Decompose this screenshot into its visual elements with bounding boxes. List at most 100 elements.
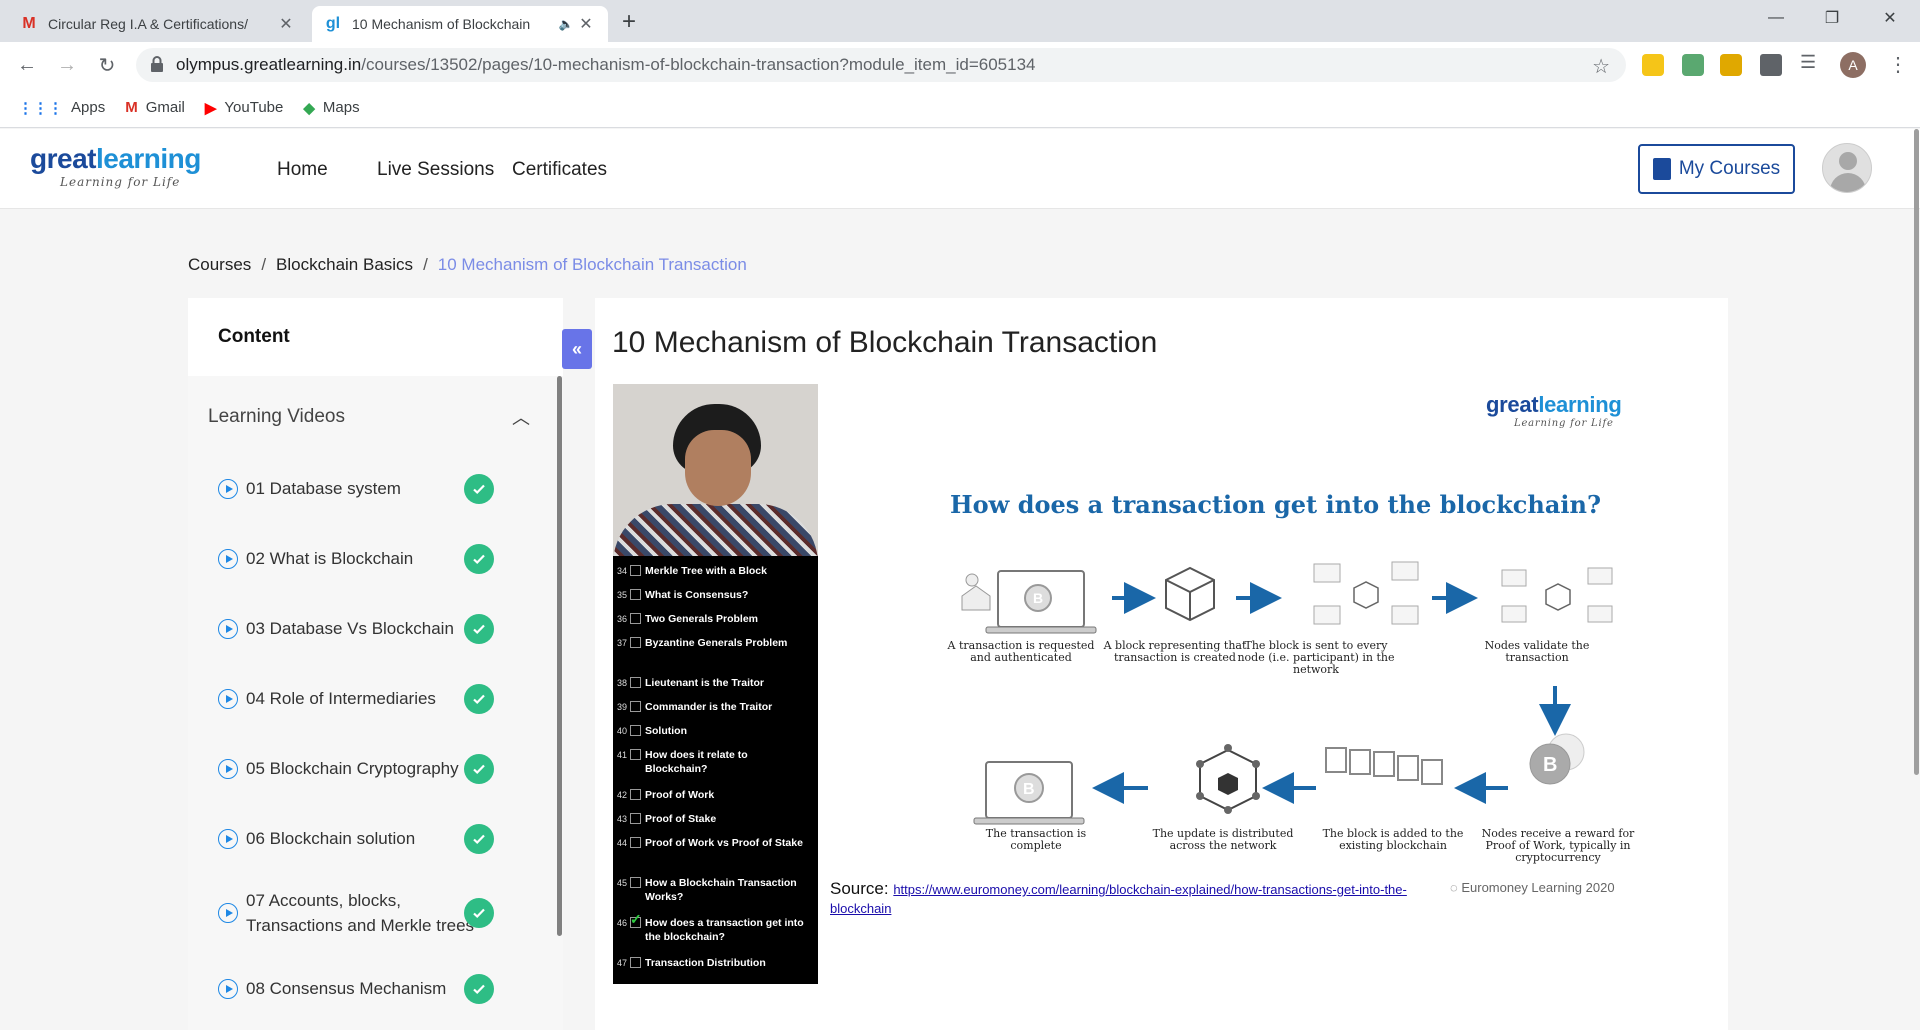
browser-toolbar: ← → ↻ olympus.greatlearning.in/courses/1… (0, 42, 1920, 88)
svg-text:B: B (1033, 590, 1043, 606)
my-courses-label: My Courses (1678, 158, 1781, 179)
close-window-button[interactable]: ✕ (1862, 0, 1918, 36)
page-title: 10 Mechanism of Blockchain Transaction (612, 326, 1158, 359)
topic-title: Proof of Stake (645, 813, 717, 825)
sidebar-item-label: 05 Blockchain Cryptography (246, 759, 459, 778)
address-bar[interactable]: olympus.greatlearning.in/courses/13502/p… (136, 48, 1626, 82)
copyright-icon: ◌ (1450, 880, 1462, 895)
video-topic-row: 42 Proof of Work (613, 788, 818, 802)
maps-icon: ◆ (303, 99, 315, 117)
copyright-text: Euromoney Learning 2020 (1461, 880, 1615, 895)
chevron-up-icon[interactable]: ︿ (512, 404, 530, 430)
sidebar-item-label: 04 Role of Intermediaries (246, 689, 436, 708)
back-button[interactable]: ← (14, 52, 40, 78)
url-path: /courses/13502/pages/10-mechanism-of-blo… (361, 55, 1036, 74)
topic-number: 47 (616, 958, 627, 968)
nav-certificates[interactable]: Certificates (512, 159, 607, 181)
browser-menu-icon[interactable]: ⋮ (1888, 52, 1908, 77)
source-label: Source: (830, 879, 889, 898)
play-circle-icon (218, 478, 238, 499)
new-tab-button[interactable]: + (622, 8, 636, 36)
laptop-complete-icon: B (973, 761, 1085, 825)
lecture-video[interactable]: 34 Merkle Tree with a Block 35 What is Con… (613, 384, 818, 984)
gmail-icon: M (22, 15, 36, 32)
bookmark-gmail[interactable]: M Gmail (125, 99, 185, 116)
completed-check-icon (464, 898, 494, 928)
topic-number: 46 (616, 918, 627, 928)
extension-image-icon[interactable] (1720, 54, 1742, 76)
gmail-icon: M (125, 99, 138, 116)
step-caption: A block representing that transaction is… (1103, 639, 1247, 664)
topic-title: Merkle Tree with a Block (645, 565, 767, 577)
media-control-icon[interactable]: ☰ (1800, 52, 1822, 74)
minimize-button[interactable]: — (1748, 0, 1804, 36)
checkbox-icon (630, 677, 641, 688)
topic-number: 37 (616, 638, 627, 648)
step-caption: A transaction is requested and authentic… (947, 639, 1095, 664)
checkbox-icon (630, 749, 641, 760)
tab-title: 10 Mechanism of Blockchain (352, 16, 531, 32)
collapse-sidebar-button[interactable]: « (562, 329, 592, 369)
checkbox-icon (630, 725, 641, 736)
source-link[interactable]: https://www.euromoney.com/learning/block… (830, 882, 1407, 916)
video-topic-row: 41 How does it relate to Blockchain? (613, 748, 818, 776)
completed-check-icon (464, 614, 494, 644)
browser-tabstrip: M Circular Reg I.A & Certifications/ ✕ g… (0, 0, 1920, 42)
bookmark-maps[interactable]: ◆ Maps (303, 99, 359, 117)
page-scrollbar[interactable] (1914, 129, 1919, 775)
completed-check-icon (464, 684, 494, 714)
section-learning-videos[interactable]: Learning Videos (208, 406, 345, 428)
video-topic-row: 34 Merkle Tree with a Block (613, 564, 818, 578)
nav-home[interactable]: Home (277, 159, 328, 181)
browser-tab-gmail[interactable]: M Circular Reg I.A & Certifications/ ✕ (8, 6, 308, 42)
extension-sheets-icon[interactable] (1682, 54, 1704, 76)
my-courses-button[interactable]: My Courses (1638, 144, 1795, 194)
lecture-slide: greatlearning Learning for Life How does… (828, 384, 1708, 924)
completed-check-icon (464, 544, 494, 574)
breadcrumb-courses[interactable]: Courses (188, 255, 251, 275)
play-circle-icon (218, 618, 238, 639)
sidebar-list: Learning Videos ︿ 01 Database system 02 … (188, 376, 563, 1030)
greatlearning-logo[interactable]: greatlearning Learning for Life (30, 143, 201, 189)
topic-title: Transaction Distribution (645, 957, 766, 969)
forward-button[interactable]: → (54, 52, 80, 78)
extension-notes-icon[interactable] (1642, 54, 1664, 76)
topic-title: How does a transaction get into the bloc… (645, 917, 804, 943)
lock-icon (151, 56, 163, 72)
breadcrumb: Courses / Blockchain Basics / 10 Mechani… (188, 255, 747, 275)
checkbox-icon (630, 957, 641, 968)
user-avatar[interactable] (1822, 143, 1872, 193)
topic-number: 44 (616, 838, 627, 848)
completed-check-icon (464, 974, 494, 1004)
topic-number: 39 (616, 702, 627, 712)
bookmark-youtube[interactable]: ▶ YouTube (205, 99, 284, 117)
bookmark-label: Maps (322, 99, 360, 116)
step-caption: The update is distributed across the net… (1152, 827, 1294, 852)
topic-title: Proof of Work vs Proof of Stake (645, 837, 803, 849)
video-topic-row: 44 Proof of Work vs Proof of Stake (613, 836, 818, 850)
play-circle-icon (218, 828, 238, 849)
bookmark-star-icon[interactable]: ☆ (1592, 54, 1610, 79)
reload-button[interactable]: ↻ (94, 52, 120, 78)
topic-number: 40 (616, 726, 627, 736)
video-topic-row: 38 Lieutenant is the Traitor (613, 676, 818, 690)
book-icon (1652, 158, 1671, 180)
play-circle-icon (218, 688, 238, 709)
logo-part: learning (95, 143, 201, 174)
checkbox-icon (630, 701, 641, 712)
close-tab-icon[interactable]: ✕ (276, 14, 296, 34)
browser-profile-avatar[interactable]: A (1840, 52, 1866, 78)
bookmark-apps[interactable]: ⋮⋮⋮ Apps (18, 99, 105, 117)
restore-button[interactable]: ❐ (1804, 0, 1860, 36)
step-caption: Nodes validate the transaction (1484, 639, 1590, 664)
breadcrumb-blockchain-basics[interactable]: Blockchain Basics (276, 255, 413, 275)
nav-live-sessions[interactable]: Live Sessions (377, 159, 494, 181)
speaker-icon[interactable]: 🔈 (556, 17, 576, 31)
browser-tab-active[interactable]: gl 10 Mechanism of Blockchain 🔈 ✕ (312, 6, 608, 42)
close-tab-icon[interactable]: ✕ (576, 14, 596, 34)
video-topic-row: 39 Commander is the Traitor (613, 700, 818, 714)
checkbox-icon (630, 877, 641, 888)
video-topic-row: 47 Transaction Distribution (613, 956, 818, 970)
extensions-puzzle-icon[interactable] (1760, 54, 1782, 76)
sidebar-scrollbar[interactable] (557, 376, 562, 936)
